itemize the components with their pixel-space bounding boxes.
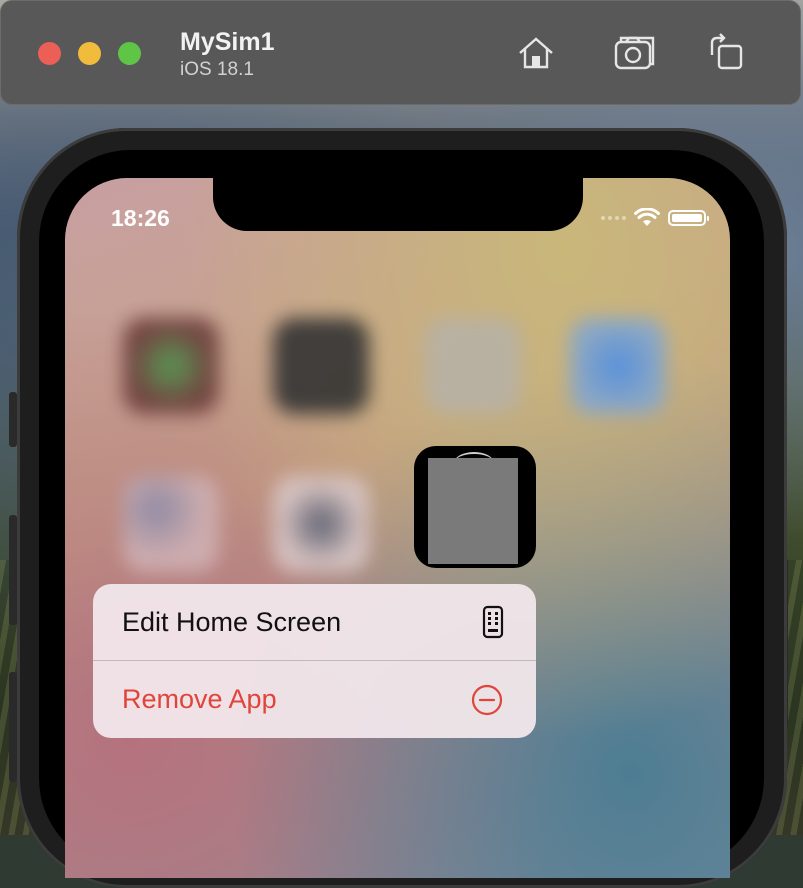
menu-item-label: Edit Home Screen	[122, 606, 342, 637]
notch	[213, 178, 583, 231]
app-icon-blurred	[123, 476, 219, 572]
home-screen: 18:26 Edit Home Screen Remove App	[65, 178, 730, 878]
selected-app-icon[interactable]	[414, 446, 536, 568]
app-icon-blurred	[273, 318, 369, 414]
window-subtitle: iOS 18.1	[180, 59, 254, 80]
minus-circle-icon	[471, 684, 503, 715]
edit-home-screen-item[interactable]: Edit Home Screen	[93, 584, 536, 661]
context-menu: Edit Home Screen Remove App	[93, 584, 536, 738]
remove-app-item[interactable]: Remove App	[93, 661, 536, 738]
battery-icon	[668, 210, 709, 226]
rotate-icon	[710, 33, 743, 70]
home-button[interactable]	[514, 31, 558, 75]
app-icon-blurred	[570, 318, 666, 414]
zoom-window-button[interactable]	[118, 42, 141, 65]
wifi-icon	[634, 208, 660, 226]
screenshot-icon	[614, 36, 655, 70]
app-icon-blurred	[123, 318, 219, 414]
simulator-title-bar: MySim1 iOS 18.1	[0, 0, 801, 105]
menu-item-label: Remove App	[122, 684, 277, 714]
window-title: MySim1	[180, 28, 275, 56]
home-icon	[519, 37, 553, 69]
status-icons	[601, 208, 709, 228]
close-window-button[interactable]	[38, 42, 61, 65]
phone-icon	[482, 605, 504, 639]
app-icon-placeholder	[428, 458, 518, 564]
silent-switch	[9, 392, 17, 447]
rotate-button[interactable]	[704, 31, 748, 75]
screenshot-button[interactable]	[613, 31, 657, 75]
volume-down-button	[9, 672, 17, 782]
signal-dots-icon	[601, 216, 626, 220]
status-time: 18:26	[111, 205, 170, 231]
minimize-window-button[interactable]	[78, 42, 101, 65]
volume-up-button	[9, 515, 17, 625]
app-icon-blurred	[425, 318, 521, 414]
app-icon-blurred	[273, 476, 369, 572]
